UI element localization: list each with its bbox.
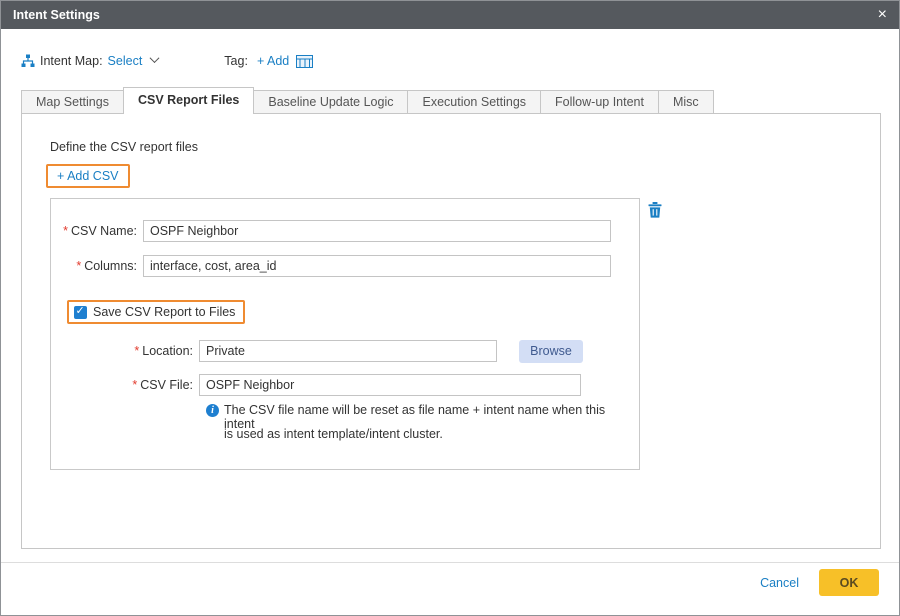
required-marker: * — [134, 344, 139, 358]
csv-name-input[interactable] — [143, 220, 611, 242]
intent-map-label: Intent Map: — [40, 54, 103, 68]
required-marker: * — [63, 224, 68, 238]
location-label: *Location: — [51, 344, 193, 358]
csv-file-input[interactable] — [199, 374, 581, 396]
titlebar: Intent Settings × — [1, 1, 899, 29]
tab-csv-report-files[interactable]: CSV Report Files — [123, 87, 254, 114]
csv-entry-card: *CSV Name: *Columns: Save CSV Report to … — [50, 198, 640, 470]
browse-button[interactable]: Browse — [519, 340, 583, 363]
cancel-button[interactable]: Cancel — [760, 576, 799, 590]
intent-settings-dialog: Intent Settings × Intent Map: Select Tag… — [0, 0, 900, 616]
intent-map-icon — [21, 54, 35, 68]
csv-file-label-text: CSV File: — [140, 378, 193, 392]
columns-input[interactable] — [143, 255, 611, 277]
columns-label: *Columns: — [51, 259, 137, 273]
tab-bar: Map Settings CSV Report Files Baseline U… — [21, 88, 713, 114]
tab-execution-settings[interactable]: Execution Settings — [407, 90, 541, 114]
required-marker: * — [132, 378, 137, 392]
dialog-title: Intent Settings — [13, 8, 100, 22]
save-csv-checkbox[interactable] — [74, 306, 87, 319]
intent-map-select-link[interactable]: Select — [108, 54, 143, 68]
tab-misc[interactable]: Misc — [658, 90, 714, 114]
tab-follow-up-intent[interactable]: Follow-up Intent — [540, 90, 659, 114]
save-csv-highlight: Save CSV Report to Files — [67, 300, 245, 324]
info-icon: i — [206, 404, 219, 417]
save-csv-checkbox-label: Save CSV Report to Files — [93, 305, 235, 319]
location-input[interactable] — [199, 340, 497, 362]
ok-button[interactable]: OK — [819, 569, 879, 596]
panel-description: Define the CSV report files — [50, 140, 198, 154]
csv-name-label: *CSV Name: — [51, 224, 137, 238]
location-label-text: Location: — [142, 344, 193, 358]
csv-file-label: *CSV File: — [51, 378, 193, 392]
tab-map-settings[interactable]: Map Settings — [21, 90, 124, 114]
add-csv-highlight: + Add CSV — [46, 164, 130, 188]
tag-label: Tag: — [224, 54, 248, 68]
csv-note-line2: is used as intent template/intent cluste… — [224, 427, 443, 441]
delete-csv-icon[interactable] — [648, 202, 662, 223]
required-marker: * — [76, 259, 81, 273]
close-icon[interactable]: × — [878, 7, 887, 23]
columns-label-text: Columns: — [84, 259, 137, 273]
csv-report-files-panel: Define the CSV report files + Add CSV *C… — [21, 113, 881, 549]
footer-divider — [1, 562, 899, 563]
toolbar: Intent Map: Select Tag: + Add — [21, 51, 313, 71]
tab-baseline-update-logic[interactable]: Baseline Update Logic — [253, 90, 408, 114]
chevron-down-icon[interactable] — [150, 53, 160, 63]
tag-add-link[interactable]: + Add — [257, 54, 289, 68]
tag-manager-icon[interactable] — [296, 55, 313, 68]
add-csv-link[interactable]: + Add CSV — [48, 166, 128, 186]
csv-name-label-text: CSV Name: — [71, 224, 137, 238]
